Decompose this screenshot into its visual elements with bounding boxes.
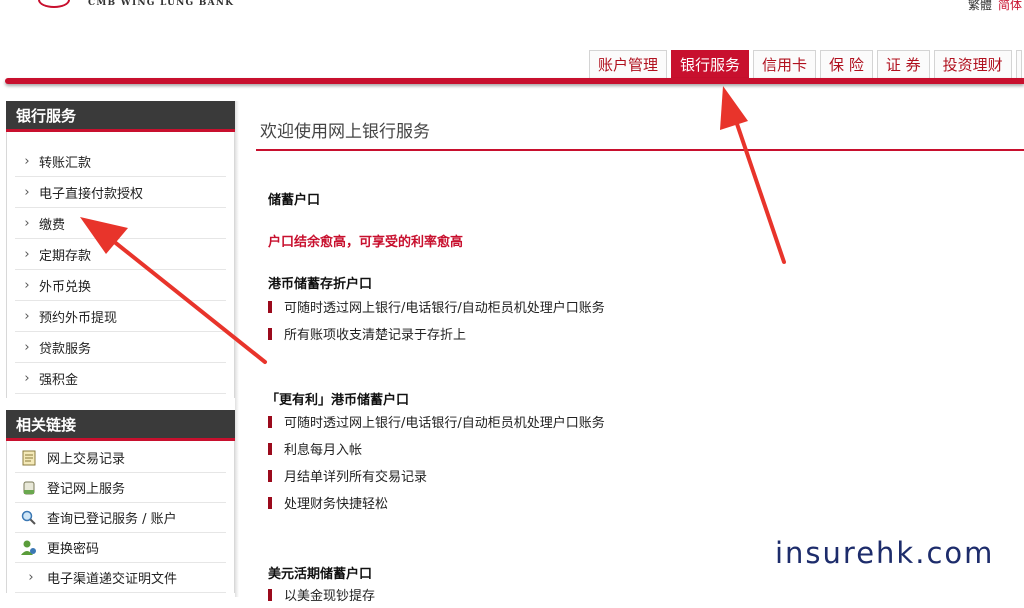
- link-query-registered[interactable]: 查询已登记服务 / 账户: [15, 503, 226, 533]
- bullet-mark: [268, 469, 272, 482]
- usd-savings-bullets: 以美金现钞提存: [268, 581, 988, 608]
- sidebar-item-label: 外币兑换: [39, 279, 92, 295]
- bullet-mark: [268, 496, 272, 509]
- sidebar-item-label: 预约外币提现: [39, 310, 118, 326]
- bullet-text: 利息每月入帐: [284, 443, 363, 458]
- chevron-right-icon: ›: [24, 277, 30, 293]
- tab-securities[interactable]: 证 券: [876, 50, 930, 78]
- lang-simplified-link[interactable]: 简体: [998, 0, 1022, 12]
- language-switch: 繁體 简体: [968, 0, 1022, 13]
- list-item: 可随时透过网上银行/电话银行/自动柜员机处理户口账务: [268, 293, 988, 320]
- sidebar-item-time-deposit[interactable]: › 定期存款: [15, 239, 226, 270]
- related-links-title: 相关链接: [6, 410, 235, 441]
- more-interest-bullets: 可随时透过网上银行/电话银行/自动柜员机处理户口账务 利息每月入帐 月结单详列所…: [268, 408, 988, 516]
- magnifier-icon: [19, 509, 39, 527]
- list-item: 处理财务快捷轻松: [268, 489, 988, 516]
- lang-traditional-link[interactable]: 繁體: [968, 0, 992, 12]
- chevron-right-icon: ›: [28, 570, 34, 585]
- nav-underline-bar: [5, 78, 1024, 84]
- watermark: insurehk.com: [775, 536, 995, 570]
- sidebar-item-label: 贷款服务: [39, 341, 92, 357]
- tab-investment[interactable]: 投资理财: [933, 50, 1012, 78]
- sidebar-item-fx-withdrawal[interactable]: › 预约外币提现: [15, 301, 226, 332]
- user-key-icon: [19, 539, 39, 557]
- list-item: 可随时透过网上银行/电话银行/自动柜员机处理户口账务: [268, 408, 988, 435]
- bullet-mark: [268, 442, 272, 455]
- list-item: 利息每月入帐: [268, 435, 988, 462]
- bullet-text: 可随时透过网上银行/电话银行/自动柜员机处理户口账务: [284, 416, 605, 431]
- sidebar-item-label: 强积金: [39, 372, 79, 388]
- link-label: 电子渠道递交证明文件: [47, 572, 178, 587]
- tab-overflow[interactable]: [1015, 50, 1022, 78]
- sidebar-item-edda[interactable]: › 电子直接付款授权: [15, 177, 226, 208]
- bullet-text: 以美金现钞提存: [284, 589, 376, 604]
- tab-banking-services[interactable]: 银行服务: [671, 50, 750, 78]
- chevron-right-icon: ›: [24, 308, 30, 324]
- section-heading-usd-savings: 美元活期储蓄户口: [268, 567, 373, 582]
- sidebar-item-label: 缴费: [39, 217, 66, 233]
- scroll-icon: [19, 479, 39, 497]
- bullet-text: 月结单详列所有交易记录: [284, 470, 428, 485]
- link-label: 网上交易记录: [47, 452, 126, 467]
- bullet-text: 可随时透过网上银行/电话银行/自动柜员机处理户口账务: [284, 301, 605, 316]
- bullet-mark: [268, 588, 272, 601]
- link-change-password[interactable]: 更换密码: [15, 533, 226, 563]
- bullet-mark: [268, 300, 272, 313]
- sidebar-divider: [235, 101, 239, 597]
- sidebar-item-mpf[interactable]: › 强积金: [15, 363, 226, 394]
- bullet-text: 所有账项收支清楚记录于存折上: [284, 328, 467, 343]
- sidebar-menu: › 转账汇款 › 电子直接付款授权 › 缴费 › 定期存款 › 外币兑换 › 预约外币提现 …: [7, 132, 234, 398]
- chevron-right-icon: ›: [24, 370, 30, 386]
- list-item: 月结单详列所有交易记录: [268, 462, 988, 489]
- promo-text: 户口结余愈高，可享受的利率愈高: [268, 235, 464, 250]
- link-label: 查询已登记服务 / 账户: [47, 512, 177, 527]
- sidebar-item-fx-exchange[interactable]: › 外币兑换: [15, 270, 226, 301]
- link-label: 更换密码: [47, 542, 100, 557]
- list-item: 以美金现钞提存: [268, 581, 988, 608]
- section-heading-hkd-passbook: 港币储蓄存折户口: [268, 277, 373, 292]
- bullet-mark: [268, 327, 272, 340]
- notepad-icon: [19, 449, 39, 467]
- bank-logo[interactable]: [38, 0, 70, 8]
- sidebar-item-transfer[interactable]: › 转账汇款: [15, 146, 226, 177]
- tab-credit-card[interactable]: 信用卡: [753, 50, 817, 78]
- related-links-list: 网上交易记录 登记网上服务 查询已登记服务 / 账户 更换密码 › 电子渠道递交证…: [7, 441, 234, 593]
- tab-insurance[interactable]: 保 险: [820, 50, 873, 78]
- sidebar-item-loans[interactable]: › 贷款服务: [15, 332, 226, 363]
- sidebar-item-label: 电子直接付款授权: [39, 186, 144, 202]
- bullet-text: 处理财务快捷轻松: [284, 497, 389, 512]
- main-nav-tabs: 账户管理 银行服务 信用卡 保 险 证 券 投资理财: [589, 50, 1022, 78]
- chevron-right-icon: ›: [24, 215, 30, 231]
- sidebar-item-label: 转账汇款: [39, 155, 92, 171]
- sidebar-item-label: 定期存款: [39, 248, 92, 264]
- chevron-right-icon: ›: [24, 339, 30, 355]
- bullet-mark: [268, 415, 272, 428]
- title-divider: [256, 149, 1024, 151]
- link-transaction-history[interactable]: 网上交易记录: [15, 443, 226, 473]
- link-submit-documents[interactable]: › 电子渠道递交证明文件: [15, 563, 226, 593]
- tab-account-management[interactable]: 账户管理: [589, 50, 668, 78]
- link-register-services[interactable]: 登记网上服务: [15, 473, 226, 503]
- arrow-to-banking-tab: [720, 86, 786, 264]
- sidebar-item-bill-payment[interactable]: › 缴费: [15, 208, 226, 239]
- sidebar-title: 银行服务: [6, 101, 235, 132]
- list-item: 所有账项收支清楚记录于存折上: [268, 320, 988, 347]
- section-heading-more-interest: 「更有利」港币储蓄户口: [266, 393, 410, 408]
- section-heading-savings: 储蓄户口: [268, 193, 321, 208]
- page-title: 欢迎使用网上银行服务: [260, 122, 430, 142]
- chevron-right-icon: ›: [24, 184, 30, 200]
- chevron-right-icon: ›: [24, 153, 30, 169]
- bank-brand-name: CMB WING LUNG BANK: [88, 0, 235, 8]
- hkd-passbook-bullets: 可随时透过网上银行/电话银行/自动柜员机处理户口账务 所有账项收支清楚记录于存折…: [268, 293, 988, 347]
- link-label: 登记网上服务: [47, 482, 126, 497]
- chevron-right-icon: ›: [24, 246, 30, 262]
- sidebar: 银行服务 › 转账汇款 › 电子直接付款授权 › 缴费 › 定期存款 › 外币兑换 › 预约…: [6, 101, 235, 597]
